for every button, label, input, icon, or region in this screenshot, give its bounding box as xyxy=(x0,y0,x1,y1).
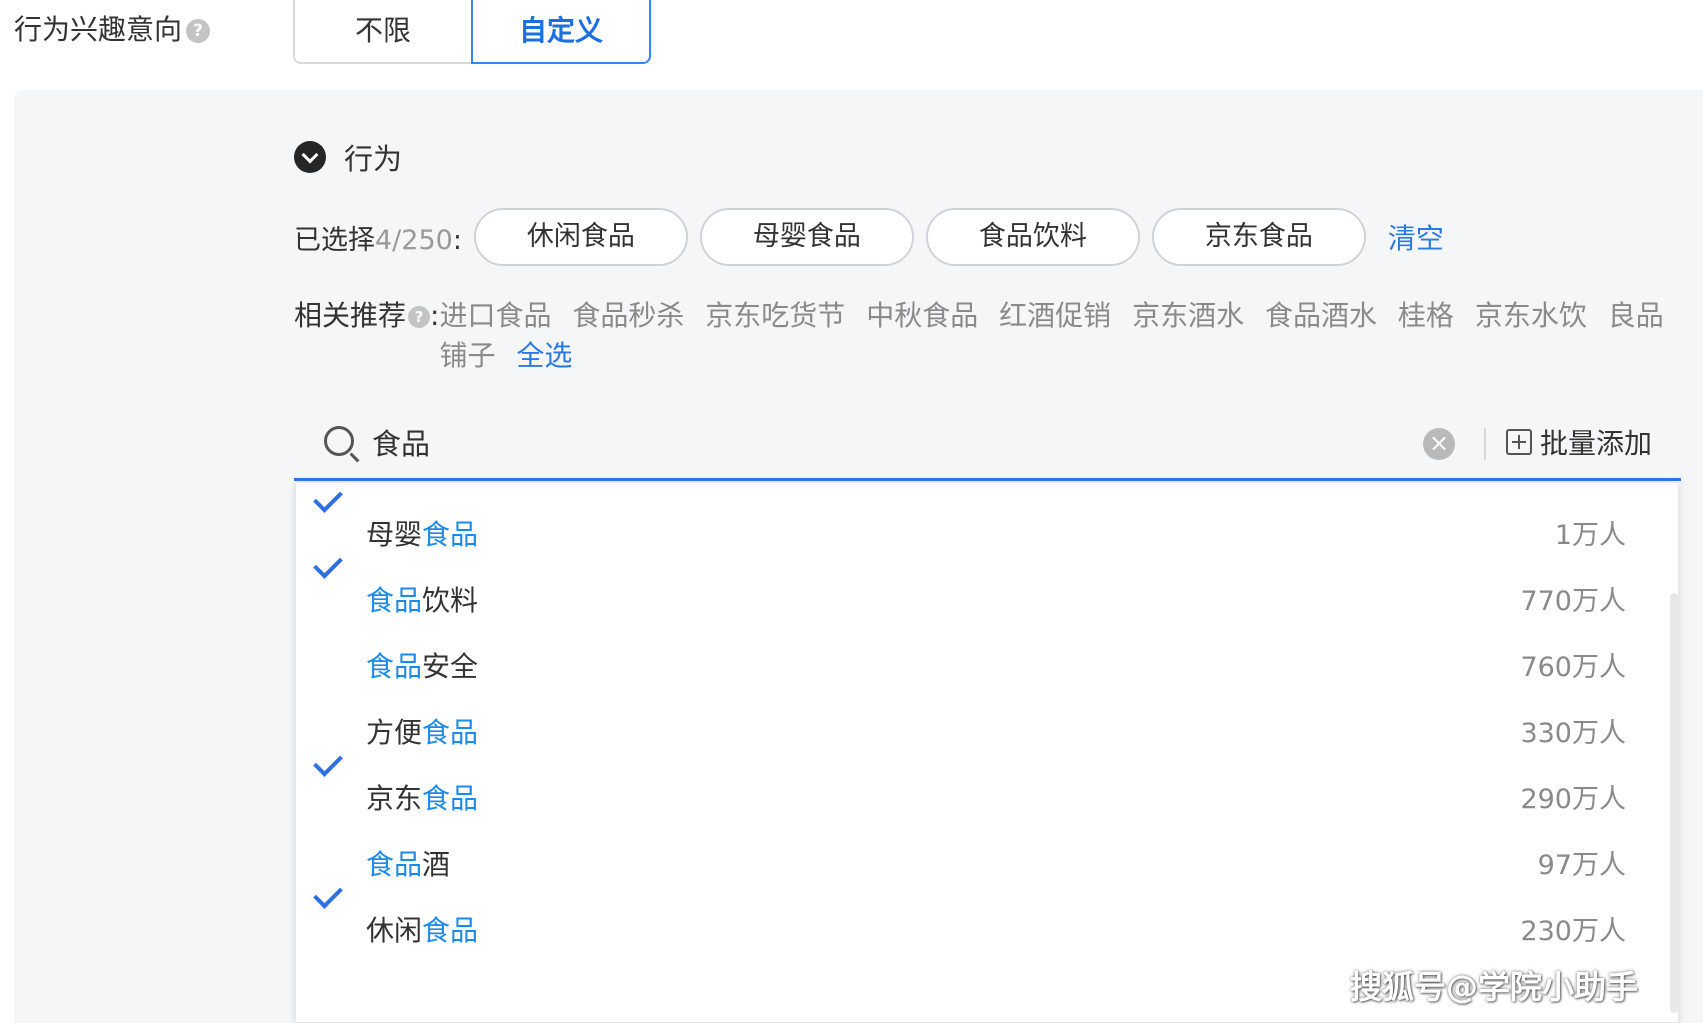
result-option[interactable]: 母婴食品 1万人 xyxy=(296,483,1656,555)
recommend-colon: : xyxy=(430,299,440,332)
recommend-row: 相关推荐?: 进口食品 食品秒杀 京东吃货节 中秋食品 红酒促销 京东酒水 食品… xyxy=(294,296,1674,376)
check-icon xyxy=(313,483,343,513)
watermark: 搜狐号@学院小助手 xyxy=(1350,968,1639,1006)
search-input[interactable] xyxy=(372,422,1272,462)
result-count: 330万人 xyxy=(1520,718,1626,749)
help-icon[interactable]: ? xyxy=(186,19,211,43)
help-icon[interactable]: ? xyxy=(408,306,431,328)
recommend-item[interactable]: 京东水饮 xyxy=(1475,299,1587,332)
recommend-item[interactable]: 食品酒水 xyxy=(1265,299,1377,332)
selected-label: 已选择4/250: xyxy=(294,218,462,257)
result-name: 母婴食品 xyxy=(366,518,479,551)
field-label: 行为兴趣意向? xyxy=(14,10,211,50)
result-count: 97万人 xyxy=(1537,850,1626,881)
clear-all-link[interactable]: 清空 xyxy=(1388,217,1444,257)
selected-row: 已选择4/250: 休闲食品 母婴食品 食品饮料 京东食品 清空 xyxy=(294,206,1444,268)
result-option[interactable]: 方便食品 330万人 xyxy=(296,681,1656,753)
check-icon xyxy=(313,747,343,777)
result-count: 290万人 xyxy=(1520,784,1626,815)
search-results-dropdown: 母婴食品 1万人 食品饮料 770万人 食品安全 760万人 方便食品 330万… xyxy=(295,482,1679,1023)
recommend-item[interactable]: 红酒促销 xyxy=(999,299,1111,332)
search-icon xyxy=(324,426,354,456)
batch-add-button[interactable]: 批量添加 xyxy=(1506,420,1652,464)
scrollbar[interactable] xyxy=(1670,593,1678,1013)
result-name: 食品酒 xyxy=(366,848,451,881)
recommend-item[interactable]: 京东酒水 xyxy=(1132,299,1244,332)
recommend-item[interactable]: 桂格 xyxy=(1398,299,1454,332)
behavior-section-header[interactable]: 行为 xyxy=(294,137,402,177)
batch-add-label: 批量添加 xyxy=(1540,427,1653,460)
chevron-down-icon[interactable] xyxy=(294,141,326,173)
selected-chip[interactable]: 京东食品 xyxy=(1151,208,1366,266)
recommend-list: 进口食品 食品秒杀 京东吃货节 中秋食品 红酒促销 京东酒水 食品酒水 桂格 京… xyxy=(439,296,1674,376)
selected-colon: : xyxy=(452,224,462,256)
select-all-link[interactable]: 全选 xyxy=(516,339,572,372)
result-count: 770万人 xyxy=(1520,586,1626,617)
recommend-item[interactable]: 京东吃货节 xyxy=(705,299,845,332)
result-name: 方便食品 xyxy=(366,716,479,749)
result-option[interactable]: 食品安全 760万人 xyxy=(296,615,1656,687)
field-label-text: 行为兴趣意向 xyxy=(14,13,183,46)
mode-toggle: 不限 自定义 xyxy=(293,0,651,66)
section-title: 行为 xyxy=(344,142,403,176)
custom-option-button[interactable]: 自定义 xyxy=(471,0,651,64)
selected-chip[interactable]: 母婴食品 xyxy=(699,208,914,266)
selected-count: 4/250 xyxy=(375,224,453,256)
check-icon xyxy=(313,879,343,909)
check-icon xyxy=(313,549,343,579)
result-count: 760万人 xyxy=(1520,652,1626,683)
selected-chip[interactable]: 食品饮料 xyxy=(925,208,1140,266)
result-option[interactable]: 休闲食品 230万人 xyxy=(296,879,1656,951)
result-option[interactable]: 京东食品 290万人 xyxy=(296,747,1656,819)
result-name: 食品安全 xyxy=(366,650,479,683)
result-name: 食品饮料 xyxy=(366,584,479,617)
recommend-item[interactable]: 中秋食品 xyxy=(866,299,978,332)
recommend-item[interactable]: 进口食品 xyxy=(439,299,551,332)
recommend-item[interactable]: 食品秒杀 xyxy=(572,299,684,332)
result-option[interactable]: 食品饮料 770万人 xyxy=(296,549,1656,621)
result-name: 休闲食品 xyxy=(366,914,479,947)
search-box: × 批量添加 xyxy=(294,416,1681,481)
result-option[interactable]: 食品酒 97万人 xyxy=(296,813,1656,885)
recommend-label: 相关推荐?: xyxy=(294,296,439,376)
selected-label-text: 已选择 xyxy=(294,224,375,256)
result-count: 1万人 xyxy=(1554,520,1626,551)
result-name: 京东食品 xyxy=(366,782,479,815)
divider xyxy=(1484,428,1486,460)
plus-square-icon xyxy=(1506,429,1532,455)
selected-chip[interactable]: 休闲食品 xyxy=(473,208,688,266)
recommend-label-text: 相关推荐 xyxy=(294,299,407,332)
result-count: 230万人 xyxy=(1520,916,1626,947)
clear-input-icon[interactable]: × xyxy=(1423,428,1455,460)
unlimited-option-button[interactable]: 不限 xyxy=(293,0,473,64)
